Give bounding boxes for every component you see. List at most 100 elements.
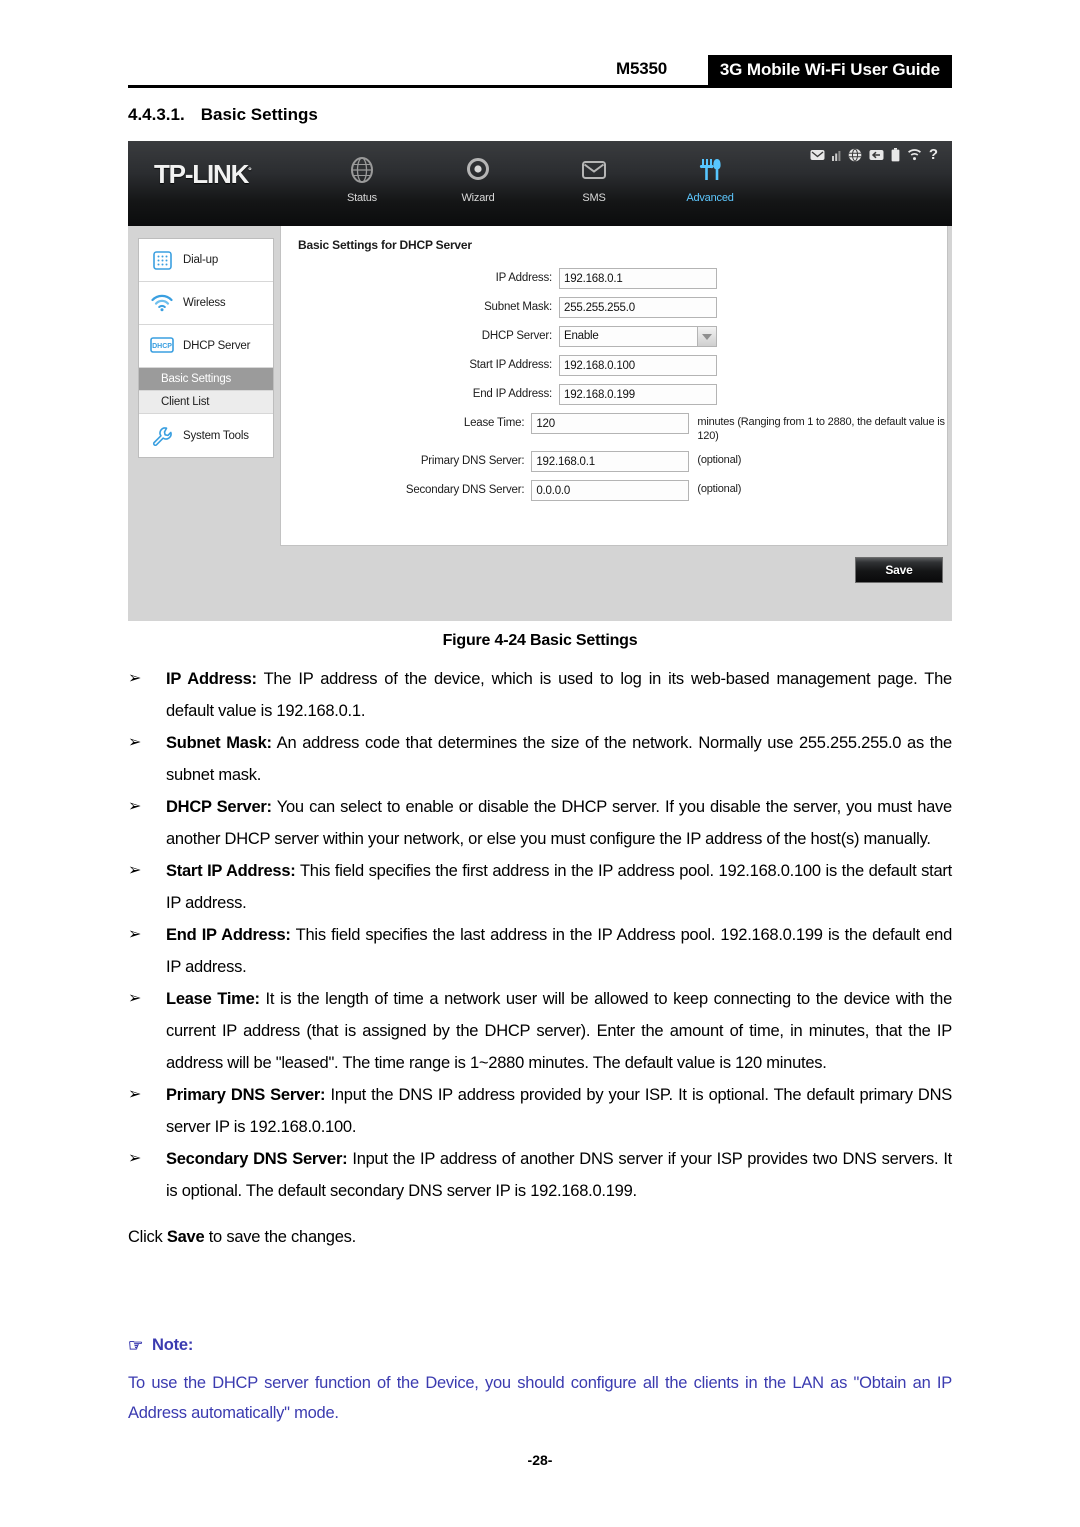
bullet-text: IP Address: The IP address of the device… (166, 663, 952, 727)
sidebar-label-dial-up: Dial-up (183, 254, 219, 266)
secondary-dns-server-input[interactable] (531, 480, 690, 501)
device-status-bar: ? (810, 147, 938, 162)
sidebar-sublabel-basic-settings: Basic Settings (161, 373, 232, 385)
bullet-secondary-dns-server: ➢ Secondary DNS Server: Input the IP add… (128, 1143, 952, 1207)
save-button-container: Save (855, 557, 943, 583)
bullet-text: DHCP Server: You can select to enable or… (166, 791, 952, 855)
nav-label-wizard: Wizard (461, 192, 495, 204)
bullet-dhcp-server: ➢ DHCP Server: You can select to enable … (128, 791, 952, 855)
nav-item-advanced[interactable]: Advanced (671, 153, 749, 204)
device-body: Dial-up Wireless DHCP DHCP Server Basic … (128, 226, 952, 621)
label-dhcp-server: DHCP Server: (481, 330, 552, 342)
ip-address-input[interactable] (559, 268, 717, 289)
header-model: M5350 (616, 59, 667, 78)
sidebar-item-wireless[interactable]: Wireless (139, 282, 273, 325)
section-number: 4.4.3.1. (128, 105, 185, 124)
primary-dns-server-input[interactable] (531, 451, 690, 472)
bullet-term: End IP Address: (166, 926, 291, 944)
click-save-bold: Save (166, 1228, 205, 1246)
lease-time-input[interactable] (531, 413, 690, 434)
bullet-text: Start IP Address: This field specifies t… (166, 855, 952, 919)
bullet-start-ip-address: ➢ Start IP Address: This field specifies… (128, 855, 952, 919)
bullet-body: The IP address of the device, which is u… (166, 670, 952, 720)
header-guide-title: 3G Mobile Wi-Fi User Guide (707, 55, 952, 86)
form-row-lease-time: Lease Time: minutes (Ranging from 1 to 2… (281, 413, 947, 443)
form-row-dhcp-server: DHCP Server: Enable (281, 326, 947, 347)
form-row-secondary-dns: Secondary DNS Server: (optional) (281, 480, 947, 501)
bullet-body: You can select to enable or disable the … (166, 798, 952, 848)
bullet-primary-dns-server: ➢ Primary DNS Server: Input the DNS IP a… (128, 1079, 952, 1143)
bullet-lease-time: ➢ Lease Time: It is the length of time a… (128, 983, 952, 1079)
sidebar-item-dial-up[interactable]: Dial-up (139, 239, 273, 282)
sidebar-label-dhcp-server: DHCP Server (183, 340, 251, 352)
bullet-term: DHCP Server: (166, 798, 272, 816)
label-ip-address: IP Address: (495, 272, 553, 284)
end-ip-address-input[interactable] (559, 384, 717, 405)
pointing-hand-icon: ☞ (128, 1335, 144, 1355)
sidebar-item-dhcp-server[interactable]: DHCP DHCP Server (139, 325, 273, 368)
form-row-start-ip-address: Start IP Address: (281, 355, 947, 376)
wifi-signal-icon (150, 292, 174, 314)
tplink-logo-text: TP-LINK (154, 159, 249, 189)
sidebar-item-system-tools[interactable]: System Tools (139, 414, 273, 457)
sidebar-subitem-basic-settings[interactable]: Basic Settings (139, 368, 273, 391)
target-icon (439, 153, 517, 187)
nav-item-status[interactable]: Status (323, 153, 401, 204)
signal-bars-icon (831, 150, 841, 161)
form-row-end-ip-address: End IP Address: (281, 384, 947, 405)
battery-icon (891, 147, 900, 161)
bullet-body: An address code that determines the size… (166, 734, 952, 784)
globe-network-icon (848, 147, 862, 162)
start-ip-address-input[interactable] (559, 355, 717, 376)
sidebar-sublabel-client-list: Client List (161, 396, 210, 408)
header-divider (128, 85, 952, 88)
form-row-primary-dns: Primary DNS Server: (optional) (281, 451, 947, 472)
dhcp-server-selected-value: Enable (564, 330, 599, 342)
label-lease-time: Lease Time: (463, 417, 525, 429)
bullet-term: Start IP Address: (166, 862, 296, 880)
bullet-term: Subnet Mask: (166, 734, 272, 752)
label-subnet-mask: Subnet Mask: (484, 301, 552, 313)
dhcp-settings-form: IP Address: Subnet Mask: DHCP Server: En… (281, 268, 947, 509)
tplink-logo: TP-LINK° (154, 159, 252, 190)
dhcp-server-select[interactable]: Enable (559, 326, 717, 347)
label-start-ip-address: Start IP Address: (469, 359, 552, 371)
label-primary-dns-server: Primary DNS Server: (420, 455, 525, 467)
subnet-mask-input[interactable] (559, 297, 717, 318)
bullet-term: Primary DNS Server: (166, 1086, 326, 1104)
body-content: ➢ IP Address: The IP address of the devi… (128, 663, 952, 1253)
dhcp-icon: DHCP (150, 335, 174, 357)
nav-item-wizard[interactable]: Wizard (439, 153, 517, 204)
bullet-marker: ➢ (128, 1086, 142, 1103)
bullet-text: Secondary DNS Server: Input the IP addre… (166, 1143, 952, 1207)
save-button[interactable]: Save (855, 557, 943, 583)
help-icon[interactable]: ? (929, 147, 938, 162)
hint-secondary-dns: (optional) (697, 483, 742, 495)
nav-label-status: Status (347, 192, 377, 204)
label-secondary-dns-server: Secondary DNS Server: (405, 484, 525, 496)
sidebar-subitem-client-list[interactable]: Client List (139, 391, 273, 414)
click-save-instruction: Click Save to save the changes. (128, 1221, 952, 1253)
svg-text:DHCP: DHCP (152, 343, 172, 350)
device-screenshot-figure: TP-LINK° Status Wizard SMS Advanced ? Di… (128, 141, 952, 621)
bullet-marker: ➢ (128, 926, 142, 943)
data-transfer-icon (869, 149, 884, 160)
bullet-body: It is the length of time a network user … (166, 990, 953, 1072)
device-top-bar: TP-LINK° Status Wizard SMS Advanced ? (128, 141, 952, 226)
device-nav: Status Wizard SMS Advanced (323, 153, 749, 204)
nav-item-sms[interactable]: SMS (555, 153, 633, 204)
figure-caption: Figure 4-24 Basic Settings (442, 632, 638, 649)
device-sidebar: Dial-up Wireless DHCP DHCP Server Basic … (138, 238, 274, 458)
page-footer: -28- (0, 1452, 1080, 1468)
device-content-panel: Basic Settings for DHCP Server IP Addres… (280, 226, 948, 546)
form-row-subnet-mask: Subnet Mask: (281, 297, 947, 318)
chevron-down-icon[interactable] (697, 327, 716, 346)
panel-title: Basic Settings for DHCP Server (298, 238, 472, 252)
note-heading-text: Note: (152, 1336, 194, 1354)
globe-icon (323, 153, 401, 187)
bullet-marker: ➢ (128, 1150, 142, 1167)
bullet-ip-address: ➢ IP Address: The IP address of the devi… (128, 663, 952, 727)
page-number: -28- (527, 1452, 553, 1468)
envelope-icon (555, 153, 633, 187)
bullet-end-ip-address: ➢ End IP Address: This field specifies t… (128, 919, 952, 983)
